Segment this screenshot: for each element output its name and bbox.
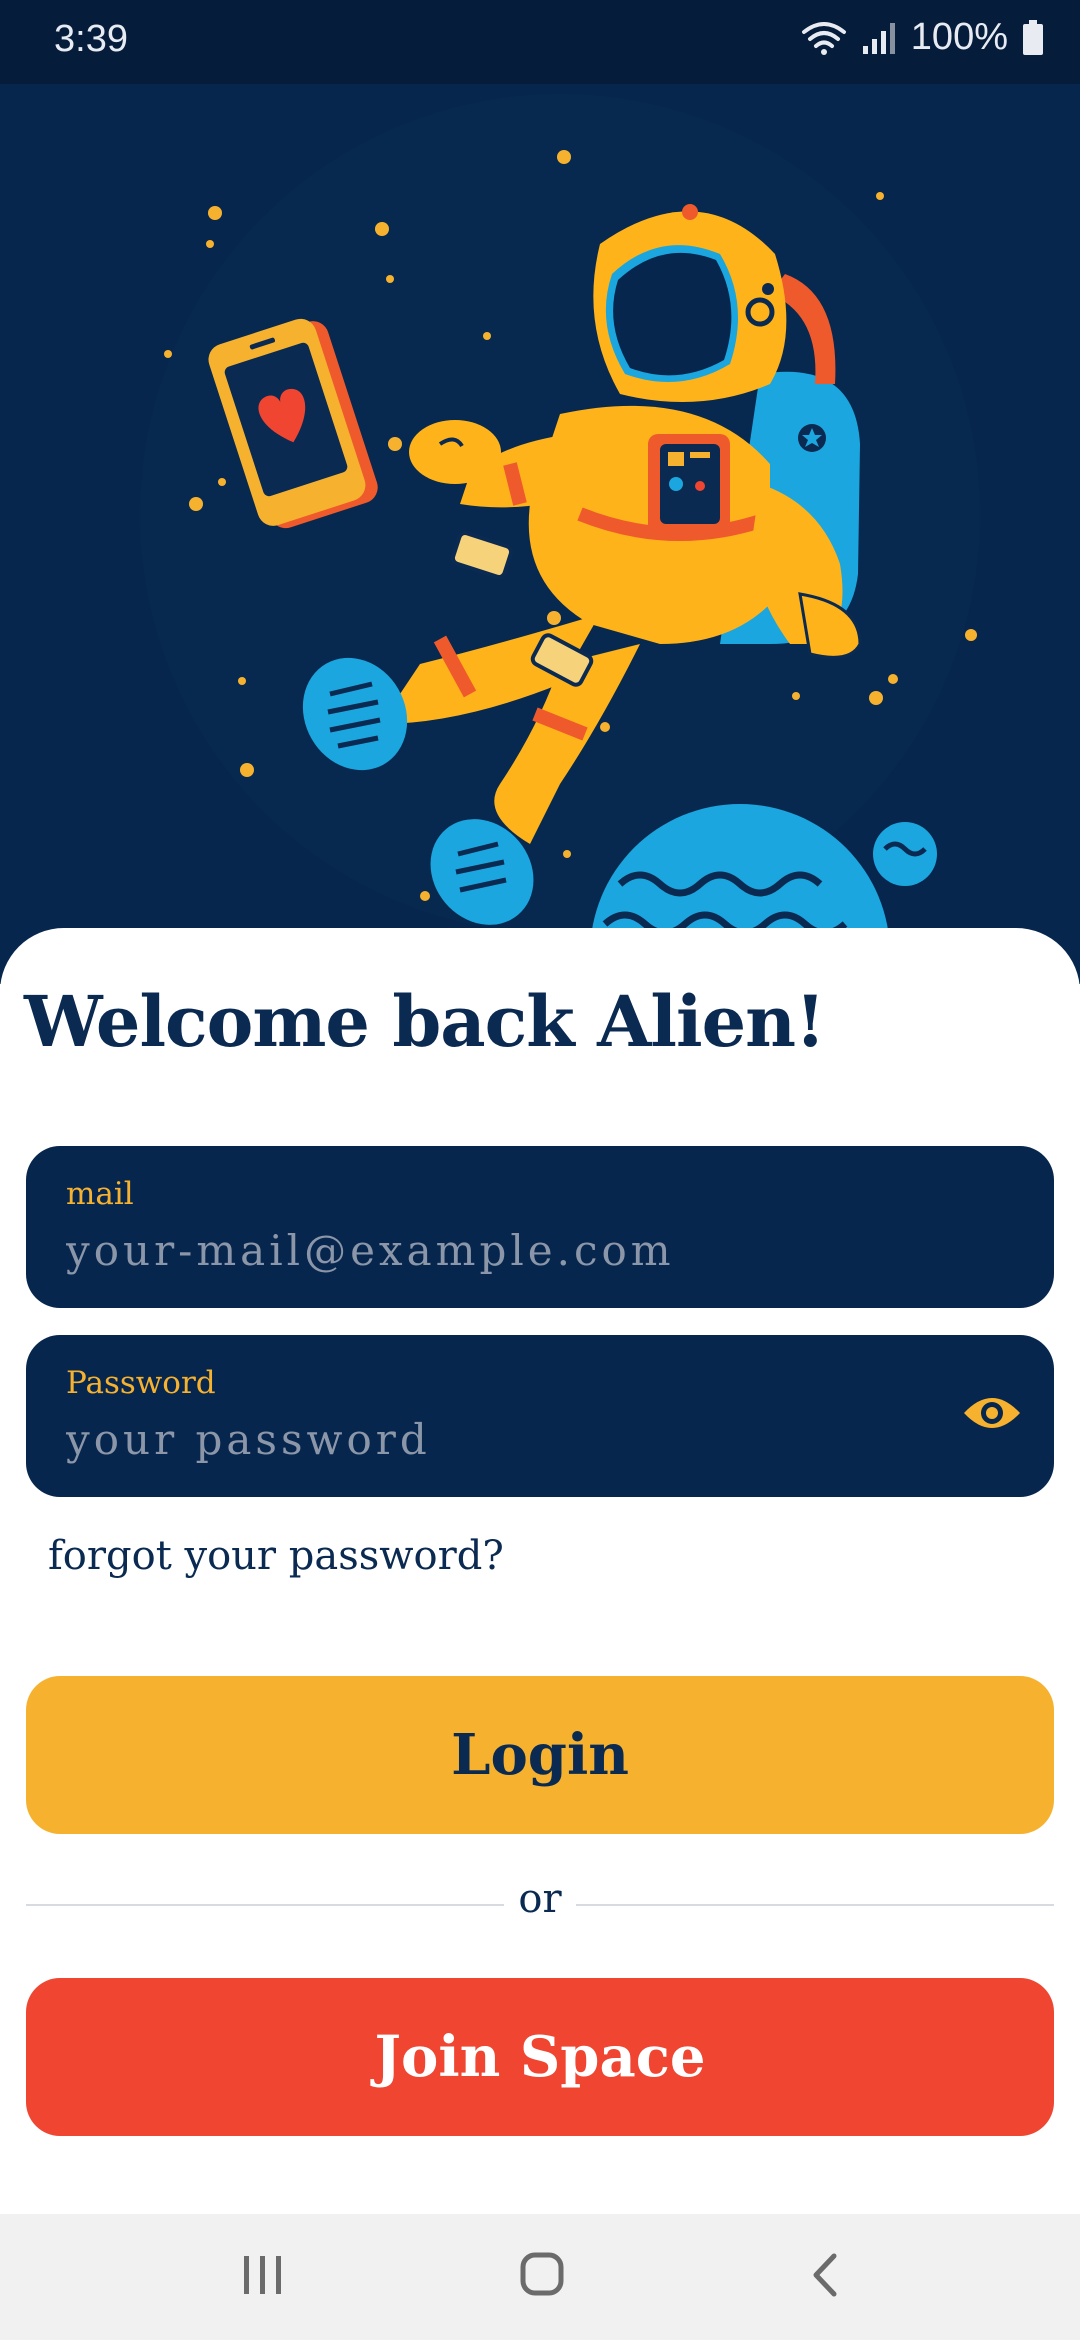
status-icons: 100% [801, 16, 1044, 59]
recent-apps-icon[interactable] [240, 2250, 286, 2304]
password-input[interactable] [66, 1411, 886, 1467]
forgot-password-link[interactable]: forgot your password? [48, 1533, 504, 1579]
signal-icon [861, 20, 897, 56]
login-button[interactable]: Login [26, 1676, 1054, 1834]
battery-text: 100% [910, 16, 1008, 58]
password-field-label: Password [66, 1365, 216, 1401]
join-space-button[interactable]: Join Space [26, 1978, 1054, 2136]
email-field[interactable]: mail [26, 1146, 1054, 1308]
page-title: Welcome back Alien! [24, 980, 826, 1063]
password-field[interactable]: Password [26, 1335, 1054, 1497]
divider-left [26, 1904, 504, 1906]
astronaut-illustration [140, 94, 980, 984]
email-input[interactable] [66, 1222, 966, 1278]
status-bar: 3:39 100% [0, 0, 1080, 84]
back-icon[interactable] [806, 2250, 846, 2304]
email-field-label: mail [66, 1176, 134, 1212]
eye-icon[interactable] [962, 1391, 1022, 1439]
divider-right [576, 1904, 1054, 1906]
or-divider-text: or [518, 1876, 562, 1922]
login-sheet: Welcome back Alien! mail Password forgot… [0, 928, 1080, 2214]
battery-icon [1022, 19, 1044, 56]
home-icon[interactable] [518, 2250, 568, 2304]
wifi-icon [801, 20, 847, 56]
system-nav-bar [0, 2214, 1080, 2340]
hero-banner [0, 84, 1080, 984]
status-time: 3:39 [54, 18, 128, 60]
